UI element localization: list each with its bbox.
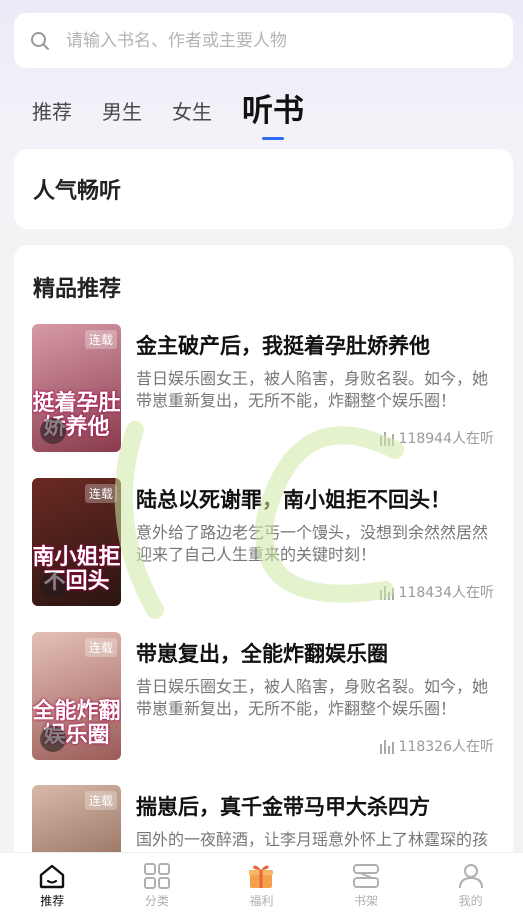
book-item[interactable]: 连载 南小姐拒不回头 陆总以死谢罪，南小姐拒不回头！ 意外给了路边老乞丐一个馒头… (32, 478, 497, 608)
nav-profile[interactable]: 我的 (418, 853, 523, 913)
section-title-featured: 精品推荐 (33, 277, 122, 302)
tab-recommend[interactable]: 推荐 (32, 96, 72, 136)
listener-count: 118326人在听 (379, 736, 494, 756)
book-title: 陆总以死谢罪，南小姐拒不回头！ (136, 488, 451, 512)
book-cover: 连载 挺着孕肚娇养他 (32, 324, 121, 452)
search-icon (31, 31, 49, 50)
user-icon (458, 864, 483, 889)
nav-label: 推荐 (40, 894, 65, 908)
section-title-popular: 人气畅听 (33, 179, 122, 204)
category-tabs: 推荐 男生 女生 听书 (32, 85, 334, 140)
book-title: 金主破产后，我挺着孕肚娇养他 (136, 334, 430, 358)
home-icon (40, 864, 65, 889)
nav-label: 分类 (144, 894, 169, 908)
book-title: 揣崽后，真千金带马甲大杀四方 (136, 795, 430, 819)
audio-bars-icon (379, 432, 394, 446)
status-badge: 连载 (84, 484, 117, 503)
headphones-icon (40, 572, 66, 598)
book-item[interactable]: 连载 挺着孕肚娇养他 金主破产后，我挺着孕肚娇养他 昔日娱乐圈女王，被人陷害，身… (32, 324, 497, 454)
nav-label: 书架 (354, 894, 379, 908)
book-description: 昔日娱乐圈女王，被人陷害，身败名裂。如今，她带崽重新复出，无所不能，炸翻整个娱乐… (136, 677, 489, 718)
audio-bars-icon (379, 740, 394, 754)
book-description: 昔日娱乐圈女王，被人陷害，身败名裂。如今，她带崽重新复出，无所不能，炸翻整个娱乐… (136, 369, 489, 410)
nav-welfare[interactable]: 福利 (209, 853, 314, 913)
listener-count-text: 118944人在听 (398, 431, 494, 447)
listener-count: 118944人在听 (379, 428, 494, 448)
headphones-icon (40, 726, 66, 752)
tab-male[interactable]: 男生 (102, 96, 142, 136)
book-cover: 连载 南小姐拒不回头 (32, 478, 121, 606)
nav-bookshelf[interactable]: 书架 (314, 853, 419, 913)
book-description: 意外给了路边老乞丐一个馒头，没想到余然然居然迎来了自己人生重来的关键时刻！ (136, 523, 489, 564)
nav-category[interactable]: 分类 (105, 853, 210, 913)
audio-bars-icon (379, 586, 394, 600)
tab-female[interactable]: 女生 (172, 96, 212, 136)
listener-count-text: 118434人在听 (398, 585, 494, 601)
status-badge: 连载 (84, 791, 117, 810)
book-title: 带崽复出，全能炸翻娱乐圈 (136, 642, 388, 666)
search-input[interactable] (64, 29, 488, 52)
listener-count: 118434人在听 (379, 582, 494, 602)
gift-icon (249, 865, 274, 888)
listener-count-text: 118326人在听 (398, 739, 494, 755)
nav-label: 我的 (458, 894, 483, 908)
status-badge: 连载 (84, 330, 117, 349)
headphones-icon (40, 418, 66, 444)
search-bar[interactable] (14, 13, 513, 68)
bookshelf-icon (353, 864, 380, 888)
nav-recommend[interactable]: 推荐 (0, 853, 105, 913)
grid-icon (143, 863, 170, 889)
featured-section: 精品推荐 连载 挺着孕肚娇养他 金主破产后，我挺着孕肚娇养他 昔日娱乐圈女王，被… (14, 245, 513, 885)
bottom-nav: 推荐 分类 福利 书架 我的 (0, 852, 523, 913)
popular-section: 人气畅听 (14, 149, 513, 229)
nav-label: 福利 (249, 894, 274, 908)
tab-audiobook[interactable]: 听书 (242, 85, 304, 140)
status-badge: 连载 (84, 638, 117, 657)
book-item[interactable]: 连载 全能炸翻娱乐圈 带崽复出，全能炸翻娱乐圈 昔日娱乐圈女王，被人陷害，身败名… (32, 632, 497, 762)
book-cover: 连载 全能炸翻娱乐圈 (32, 632, 121, 760)
